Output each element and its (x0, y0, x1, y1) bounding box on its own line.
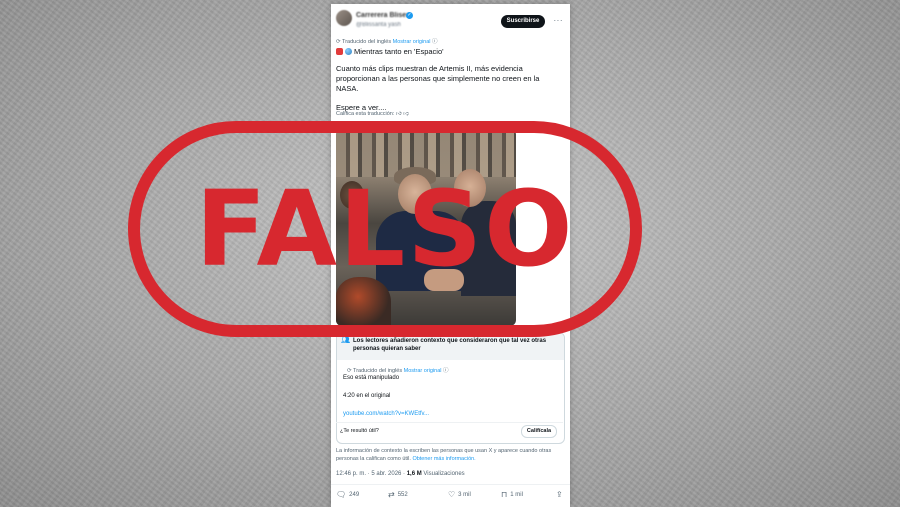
community-note-header: 👥︎ Los lectores añadieron contexto que c… (337, 333, 564, 360)
handle-blurred[interactable]: @Blissanta yash (356, 22, 401, 28)
views-count: 1,6 M (406, 471, 422, 477)
repost-button[interactable]: ⇄ 552 (388, 490, 408, 499)
community-note-body: Eso está manipulado 4:20 en el original … (343, 374, 543, 428)
like-button[interactable]: ♡ 3 mil (448, 490, 471, 499)
like-count: 3 mil (458, 492, 471, 498)
share-button[interactable]: ⇪ (556, 490, 566, 499)
tweet-paragraph: Cuanto más clips muestran de Artemis II,… (336, 64, 540, 93)
falso-stamp-text: FALSO (195, 168, 575, 290)
bookmark-button[interactable]: ⊓ 1 mil (501, 490, 523, 499)
note-translation-notice: ⟳ Traducido del inglés Mostrar original … (347, 366, 449, 374)
thumbs-down-icon[interactable]: 👎︎ (403, 111, 409, 117)
bookmark-count: 1 mil (510, 492, 523, 498)
tweet-header: Carrerera Blisen ✓ @Blissanta yash Suscr… (336, 10, 565, 32)
subscribe-button[interactable]: Suscribirse (501, 15, 545, 28)
verified-badge-icon: ✓ (406, 12, 413, 19)
more-options-icon[interactable]: ··· (554, 16, 564, 25)
translated-label: Traducido del inglés (342, 39, 392, 45)
alarm-emoji-icon (336, 48, 343, 55)
reply-count: 249 (349, 492, 360, 498)
note-footnote: La información de contexto la escriben l… (336, 447, 556, 463)
learn-more-link[interactable]: Obtener más información. (412, 456, 475, 462)
globe-emoji-icon (345, 48, 352, 55)
tweet-meta: 12:46 p. m. · 5 abr. 2026 · 1,6 M Visual… (336, 471, 465, 477)
rate-translation-label: Califica esta traducción: (336, 111, 395, 117)
helpful-question: ¿Te resultó útil? (340, 428, 379, 434)
helpful-bar: ¿Te resultó útil? Califícala (336, 422, 563, 439)
action-bar: 🗨︎ 249 ⇄ 552 ♡ 3 mil ⊓ 1 mil ⇪ (336, 490, 564, 502)
display-name-blurred[interactable]: Carrerera Blisen (356, 12, 410, 19)
divider (331, 484, 570, 485)
reply-icon: 🗨︎ (336, 490, 347, 499)
tweet-headline: Mientras tanto en 'Espacio' (336, 47, 444, 56)
views-label: Visualizaciones (423, 471, 465, 477)
reply-button[interactable]: 🗨︎ 249 (336, 490, 359, 499)
translate-icon: ⟳ (336, 39, 341, 45)
repost-count: 552 (397, 492, 408, 498)
note-line: Eso está manipulado (343, 375, 400, 381)
note-source-link[interactable]: youtube.com/watch?v=KWEtfv... (343, 410, 543, 418)
community-note-title: Los lectores añadieron contexto que cons… (353, 338, 547, 352)
note-line: 4:20 en el original (343, 393, 391, 399)
tweet-timestamp[interactable]: 12:46 p. m. · 5 abr. 2026 · (336, 471, 405, 477)
heart-icon: ♡ (448, 490, 456, 499)
info-icon: ⓘ (432, 39, 438, 45)
bookmark-icon: ⊓ (501, 490, 508, 499)
avatar[interactable] (336, 10, 352, 26)
rate-translation: Califica esta traducción: 👍︎ 👎︎ (336, 111, 409, 117)
headline-text: Mientras tanto en 'Espacio' (354, 47, 444, 56)
people-icon: 👥︎ (341, 337, 350, 344)
translation-notice: ⟳ Traducido del inglés Mostrar original … (336, 37, 438, 45)
show-original-link[interactable]: Mostrar original (393, 39, 431, 45)
repost-icon: ⇄ (388, 490, 395, 499)
share-icon: ⇪ (556, 490, 563, 499)
rate-note-button[interactable]: Califícala (521, 425, 557, 438)
thumbs-up-icon[interactable]: 👍︎ (396, 111, 402, 117)
